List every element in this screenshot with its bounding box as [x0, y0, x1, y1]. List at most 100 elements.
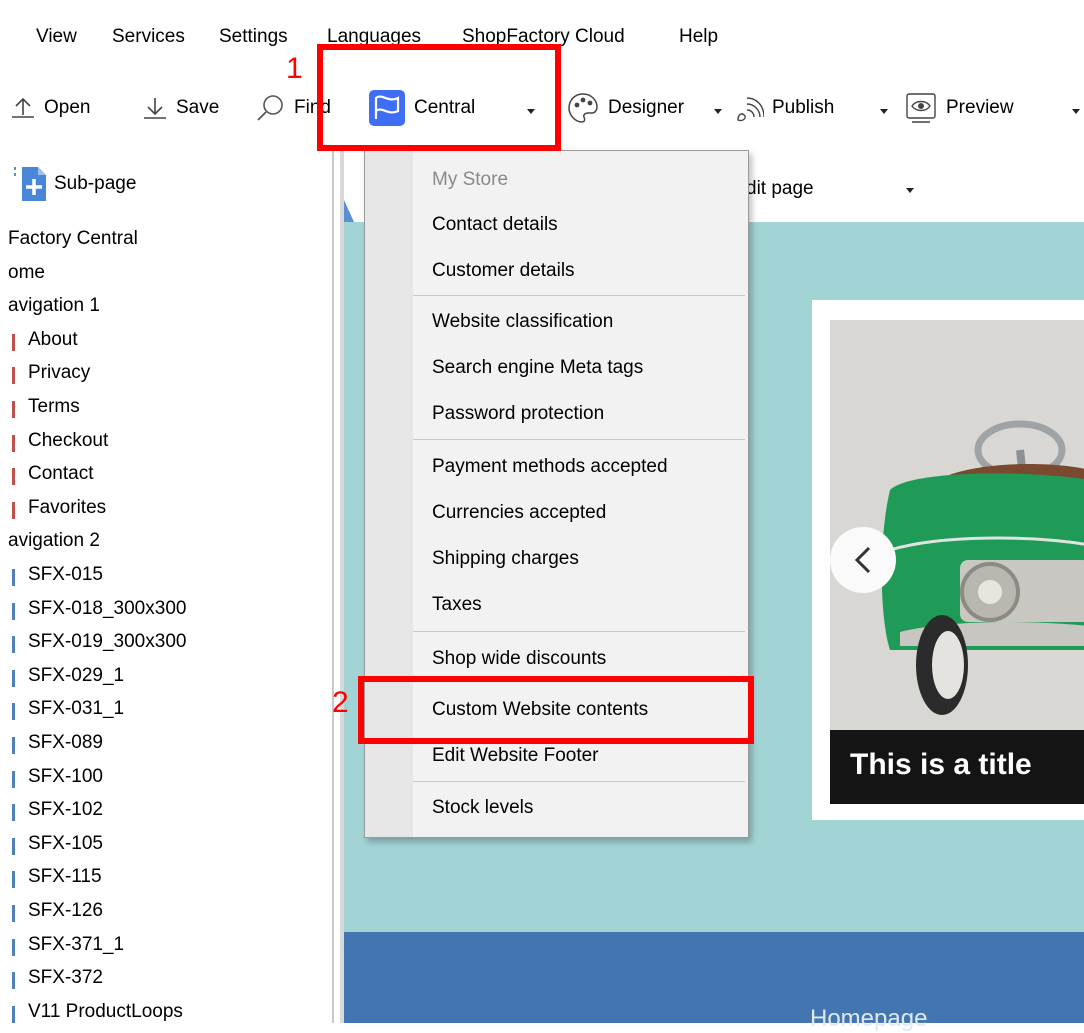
tree-item-marker	[12, 838, 15, 855]
download-icon	[144, 98, 166, 119]
tree-item-marker	[12, 804, 15, 821]
tree-item-label: SFX-100	[28, 766, 103, 787]
tree-item-marker	[12, 771, 15, 788]
menu-item[interactable]: Contact details	[432, 214, 558, 236]
tree-item-marker	[12, 905, 15, 922]
menu-item[interactable]: Stock levels	[432, 797, 533, 819]
edit-page-label[interactable]: dit page	[746, 178, 814, 200]
menu-settings[interactable]: Settings	[219, 26, 288, 48]
publish-label: Publish	[772, 97, 835, 118]
tree-item-marker	[12, 737, 15, 754]
tree-item-label: Checkout	[28, 430, 109, 451]
editor-tab-marker	[344, 200, 354, 222]
menu-item[interactable]: Search engine Meta tags	[432, 357, 643, 379]
pedal-car-picture	[830, 320, 1084, 730]
publish-button[interactable]: Publish	[734, 88, 834, 128]
tree-item-label: Factory Central	[8, 228, 138, 249]
tree-item-label: SFX-371_1	[28, 934, 125, 955]
subpage-label: Sub-page	[54, 173, 137, 194]
tree-item-label: avigation 2	[8, 530, 100, 551]
edit-page-dropdown-arrow[interactable]	[906, 188, 914, 193]
tree-item-marker	[12, 871, 15, 888]
menu-item[interactable]: Password protection	[432, 403, 604, 425]
tree-item-label: About	[28, 329, 78, 350]
save-label: Save	[176, 97, 220, 118]
tree-item-marker	[12, 367, 15, 384]
menu-item[interactable]: Shop wide discounts	[432, 648, 606, 670]
tree-item-marker	[12, 972, 15, 989]
tree-item-marker	[12, 569, 15, 586]
preview-dropdown-arrow[interactable]	[1072, 109, 1080, 114]
tree-item-label: SFX-015	[28, 564, 103, 585]
tree-item-marker	[12, 334, 15, 351]
tree-item-label: Contact	[28, 463, 94, 484]
annotation-number-1: 1	[286, 52, 303, 85]
tree-item-label: SFX-126	[28, 900, 103, 921]
slide-image	[830, 320, 1084, 730]
upload-icon	[12, 97, 34, 118]
slider-prev-button[interactable]	[830, 527, 896, 593]
tree-item-marker	[12, 435, 15, 452]
tree-item-label: avigation 1	[8, 295, 100, 316]
menu-separator	[413, 781, 745, 782]
tree-item-marker	[12, 468, 15, 485]
save-button[interactable]: Save	[142, 88, 219, 128]
menu-item[interactable]: Customer details	[432, 260, 575, 282]
open-button[interactable]: Open	[10, 88, 90, 128]
menu-item[interactable]: Payment methods accepted	[432, 456, 668, 478]
page-tree-panel: Sub-page Factory Central ome avigation 1 Ab…	[0, 150, 334, 1023]
broadcast-icon	[737, 97, 764, 122]
tree-item-marker	[12, 939, 15, 956]
tree-item-label: V11 ProductLoops	[28, 1001, 183, 1022]
slide-title: This is a title	[850, 748, 1032, 781]
menu-separator	[413, 295, 745, 296]
menu-separator	[413, 631, 745, 632]
menu-services[interactable]: Services	[112, 26, 185, 48]
tree-item-marker	[12, 502, 15, 519]
tree-item-label: SFX-031_1	[28, 698, 125, 719]
tree-item-label: SFX-115	[28, 866, 102, 887]
tree-item-label: SFX-029_1	[28, 665, 125, 686]
menu-item[interactable]: Website classification	[432, 311, 613, 333]
search-icon	[257, 95, 283, 121]
tree-item-label: Terms	[28, 396, 80, 417]
site-footer-band	[344, 932, 1084, 1023]
footer-homepage-link[interactable]: Homepage	[810, 1005, 927, 1033]
open-label: Open	[44, 97, 91, 118]
menu-item[interactable]: Edit Website Footer	[432, 745, 599, 767]
palette-icon	[568, 93, 598, 123]
panel-splitter[interactable]	[332, 150, 334, 1023]
designer-dropdown-arrow[interactable]	[714, 109, 722, 114]
tree-item-label: SFX-089	[28, 732, 103, 753]
tree-item-label: ome	[8, 262, 45, 283]
tree-item-label: SFX-018_300x300	[28, 598, 187, 619]
tree-item-marker	[12, 703, 15, 720]
preview-eye-icon	[906, 93, 936, 123]
annotation-box-central	[317, 44, 561, 151]
add-page-icon	[14, 167, 46, 201]
tree-item-label: SFX-372	[28, 967, 103, 988]
chevron-left-icon	[854, 546, 871, 574]
designer-label: Designer	[608, 97, 685, 118]
subpage-button[interactable]: Sub-page	[14, 164, 136, 204]
tree-item-marker	[12, 603, 15, 620]
tree-item-marker	[12, 670, 15, 687]
tree-item-marker	[12, 636, 15, 653]
menu-item[interactable]: Shipping charges	[432, 548, 579, 570]
menu-help[interactable]: Help	[679, 26, 718, 48]
left-panel-header: Sub-page	[0, 150, 334, 222]
preview-button[interactable]: Preview	[904, 88, 1014, 128]
menu-separator	[413, 439, 745, 440]
annotation-number-2: 2	[332, 686, 349, 719]
annotation-box-custom-contents	[358, 676, 754, 744]
menu-view[interactable]: View	[36, 26, 77, 48]
tree-item-label: SFX-019_300x300	[28, 631, 187, 652]
menu-item[interactable]: Taxes	[432, 594, 482, 616]
menu-item[interactable]: Currencies accepted	[432, 502, 606, 524]
tree-item-label: Privacy	[28, 362, 91, 383]
preview-label: Preview	[946, 97, 1014, 118]
tree-item-label: SFX-102	[28, 799, 103, 820]
publish-dropdown-arrow[interactable]	[880, 109, 888, 114]
designer-button[interactable]: Designer	[566, 88, 684, 128]
tree-item-marker	[12, 1006, 15, 1023]
